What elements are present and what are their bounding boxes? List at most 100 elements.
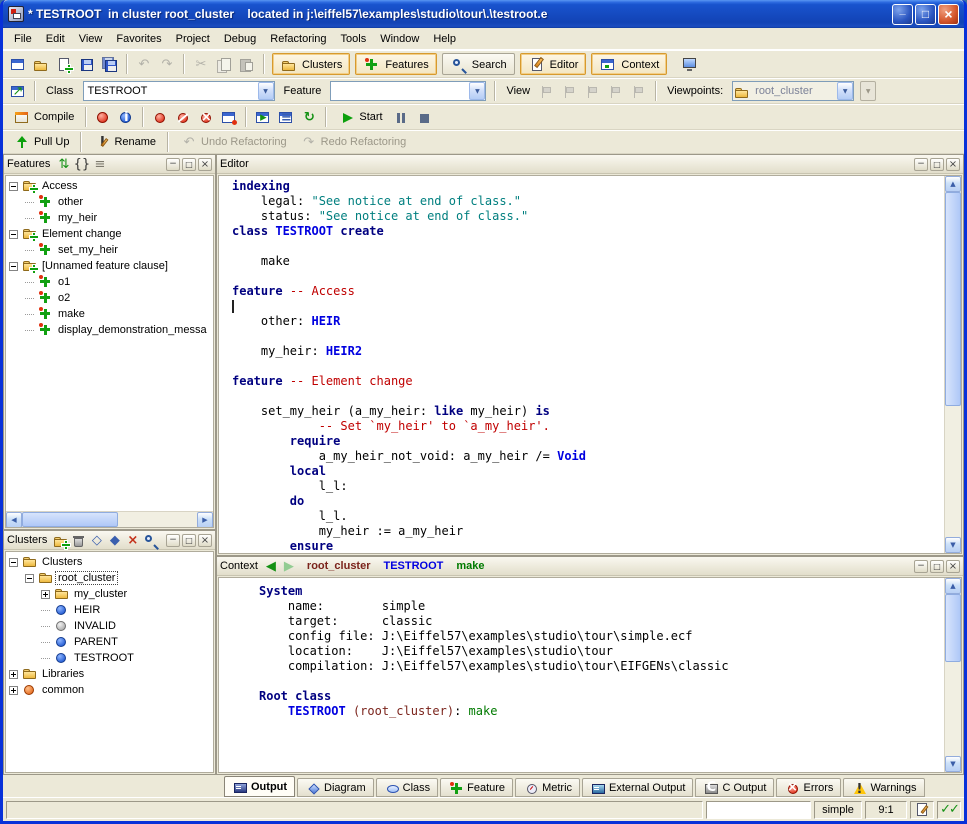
debug-tool-button[interactable]: ≡ [275,106,297,128]
tree-expander-icon[interactable] [9,182,18,191]
history-back-button[interactable]: ◀ [263,559,279,574]
close-button[interactable] [938,4,959,25]
context-maximize-button[interactable] [930,560,944,573]
context-minimize-button[interactable] [914,560,928,573]
editor-close-button[interactable] [946,158,960,171]
title-bar[interactable]: * TESTROOT in cluster root_cluster locat… [3,0,964,28]
send-to-new-window-button[interactable]: ↗ [7,80,29,102]
tree-item-o2[interactable]: o2 [6,290,213,306]
features-maximize-button[interactable] [182,158,196,171]
new-window-button[interactable] [7,53,29,75]
tab-diagram[interactable]: Diagram [297,778,374,797]
pause-button[interactable] [390,106,412,128]
toggle-context[interactable]: Context [591,53,667,75]
pull-up-button[interactable]: Pull Up [7,131,75,153]
tree-item-root-cluster[interactable]: root_cluster [6,570,213,586]
tab-external-output[interactable]: External Output [582,778,693,797]
features-horizontal-scrollbar[interactable] [6,511,213,527]
toggle-editor[interactable]: Editor [520,53,587,75]
scrollbar-track[interactable] [945,192,961,537]
context-vertical-scrollbar[interactable] [944,578,961,772]
tab-errors[interactable]: ×Errors [776,778,841,797]
breadcrumb-testroot[interactable]: TESTROOT [384,560,444,572]
trash-button[interactable] [70,532,87,548]
expand-all-button[interactable]: ◆ [106,532,123,548]
tree-expander-icon[interactable] [41,590,50,599]
tree-expander-icon[interactable] [25,574,34,583]
remove-breakpoints-button[interactable]: × [195,106,217,128]
show-comments-button[interactable]: ≡ [91,156,108,172]
editor-maximize-button[interactable] [930,158,944,171]
clusters-minimize-button[interactable] [166,534,180,547]
tree-expander-icon[interactable] [9,558,18,567]
tree-item-other[interactable]: other [6,194,213,210]
collapse-all-button[interactable]: ◇ [88,532,105,548]
tree-expander-icon[interactable] [9,670,18,679]
scrollbar-track[interactable] [945,594,961,756]
tree-expander-icon[interactable] [9,230,18,239]
menu-help[interactable]: Help [426,31,463,47]
menu-project[interactable]: Project [169,31,217,47]
features-close-button[interactable] [198,158,212,171]
scroll-up-button[interactable] [945,578,961,594]
tab-warnings[interactable]: !Warnings [843,778,924,797]
scrollbar-thumb[interactable] [945,192,961,406]
save-button[interactable] [76,53,98,75]
open-folder-button[interactable] [30,53,52,75]
menu-window[interactable]: Window [373,31,426,47]
disable-breakpoints-button[interactable] [172,106,194,128]
features-tree[interactable]: Accessothermy_heirElement changeset_my_h… [6,176,213,511]
find-button[interactable] [142,532,159,548]
compile-button[interactable]: Compile [7,106,80,128]
scroll-left-button[interactable] [6,512,22,528]
project-info-button[interactable]: i [115,106,137,128]
scroll-up-button[interactable] [945,176,961,192]
tree-item-heir[interactable]: HEIR [6,602,213,618]
tab-output[interactable]: Output [224,776,295,797]
tree-item-display-demonstration-messa[interactable]: display_demonstration_messa [6,322,213,338]
stop-button[interactable] [413,106,435,128]
editor-minimize-button[interactable] [914,158,928,171]
scrollbar-track[interactable] [22,512,197,527]
viewpoints-dropdown-arrow-icon[interactable] [837,82,853,100]
external-editor-button[interactable] [679,53,701,75]
rename-button[interactable]: I Rename [87,131,162,153]
start-button[interactable]: Start [332,106,388,128]
menu-view[interactable]: View [72,31,110,47]
scrollbar-thumb[interactable] [22,512,118,527]
breadcrumb-make[interactable]: make [456,560,484,572]
toggle-search[interactable]: Search [442,53,515,75]
features-minimize-button[interactable] [166,158,180,171]
editor-vertical-scrollbar[interactable] [944,176,961,553]
class-combobox[interactable]: TESTROOT [83,81,275,101]
menu-file[interactable]: File [7,31,39,47]
debug-window-button[interactable]: ▸ [252,106,274,128]
feature-dropdown-arrow-icon[interactable] [469,82,485,100]
tree-expander-icon[interactable] [9,262,18,271]
tab-class[interactable]: Class [376,778,439,797]
scroll-right-button[interactable] [197,512,213,528]
context-output-area[interactable]: System name: simple target: classic conf… [219,578,944,772]
viewpoints-combobox[interactable]: root_cluster [732,81,854,101]
toggle-clusters[interactable]: Clusters [272,53,350,75]
scrollbar-thumb[interactable] [945,594,961,662]
toggle-features[interactable]: Features [355,53,436,75]
tree-item-common[interactable]: common [6,682,213,698]
tree-item-unnamed-feature-clause[interactable]: [Unnamed feature clause] [6,258,213,274]
tab-metric[interactable]: Metric [515,778,580,797]
breadcrumb-root-cluster[interactable]: root_cluster [307,560,371,572]
tree-item-access[interactable]: Access [6,178,213,194]
tree-item-my-cluster[interactable]: my_cluster [6,586,213,602]
tree-item-set-my-heir[interactable]: set_my_heir [6,242,213,258]
context-panel-header[interactable]: Context ◀ ▶ root_clusterTESTROOTmake [217,557,963,576]
show-signature-button[interactable]: {} [73,156,90,172]
tree-item-libraries[interactable]: Libraries [6,666,213,682]
editor-panel-header[interactable]: Editor [217,155,963,174]
clusters-maximize-button[interactable] [182,534,196,547]
scroll-down-button[interactable] [945,537,961,553]
menu-refactoring[interactable]: Refactoring [263,31,333,47]
tree-item-make[interactable]: make [6,306,213,322]
new-document-button[interactable] [53,53,75,75]
menu-favorites[interactable]: Favorites [109,31,168,47]
tree-item-testroot[interactable]: TESTROOT [6,650,213,666]
